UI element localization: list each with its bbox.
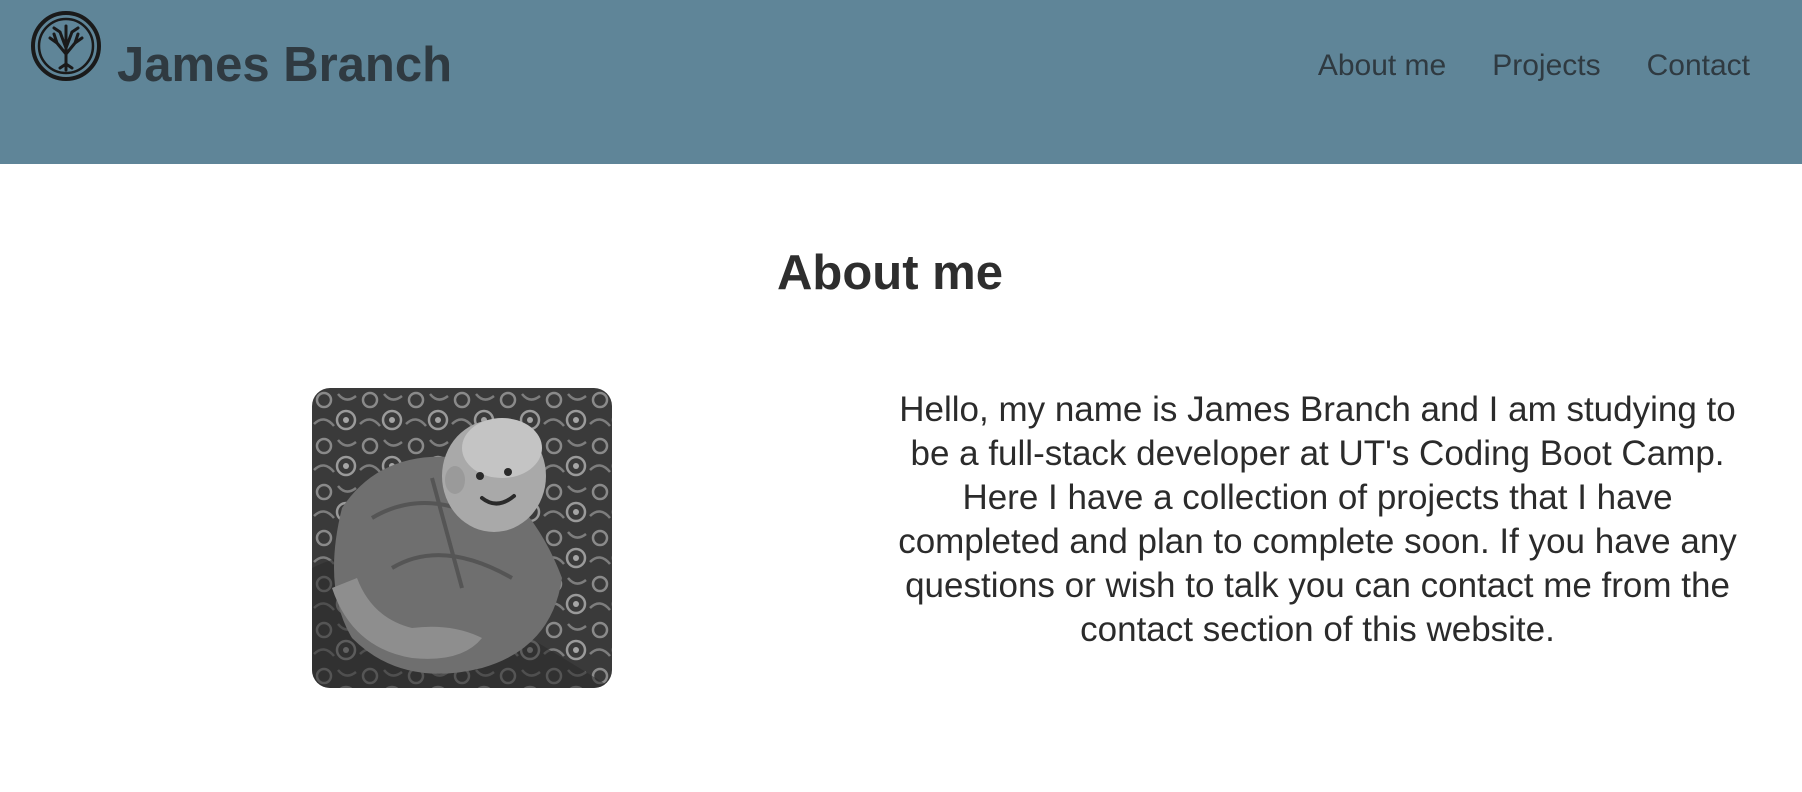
site-name[interactable]: James Branch xyxy=(117,36,452,94)
about-section-title: About me xyxy=(777,246,1003,300)
nav-link-projects[interactable]: Projects xyxy=(1492,48,1600,84)
nav-link-contact[interactable]: Contact xyxy=(1647,48,1750,84)
main-nav: About me Projects Contact xyxy=(1318,48,1750,84)
profile-photo xyxy=(312,388,612,688)
bio-text: Hello, my name is James Branch and I am … xyxy=(898,390,1737,649)
nav-link-about[interactable]: About me xyxy=(1318,48,1446,84)
tree-circle-icon[interactable] xyxy=(30,10,102,82)
site-header: James Branch About me Projects Contact xyxy=(0,0,1802,164)
